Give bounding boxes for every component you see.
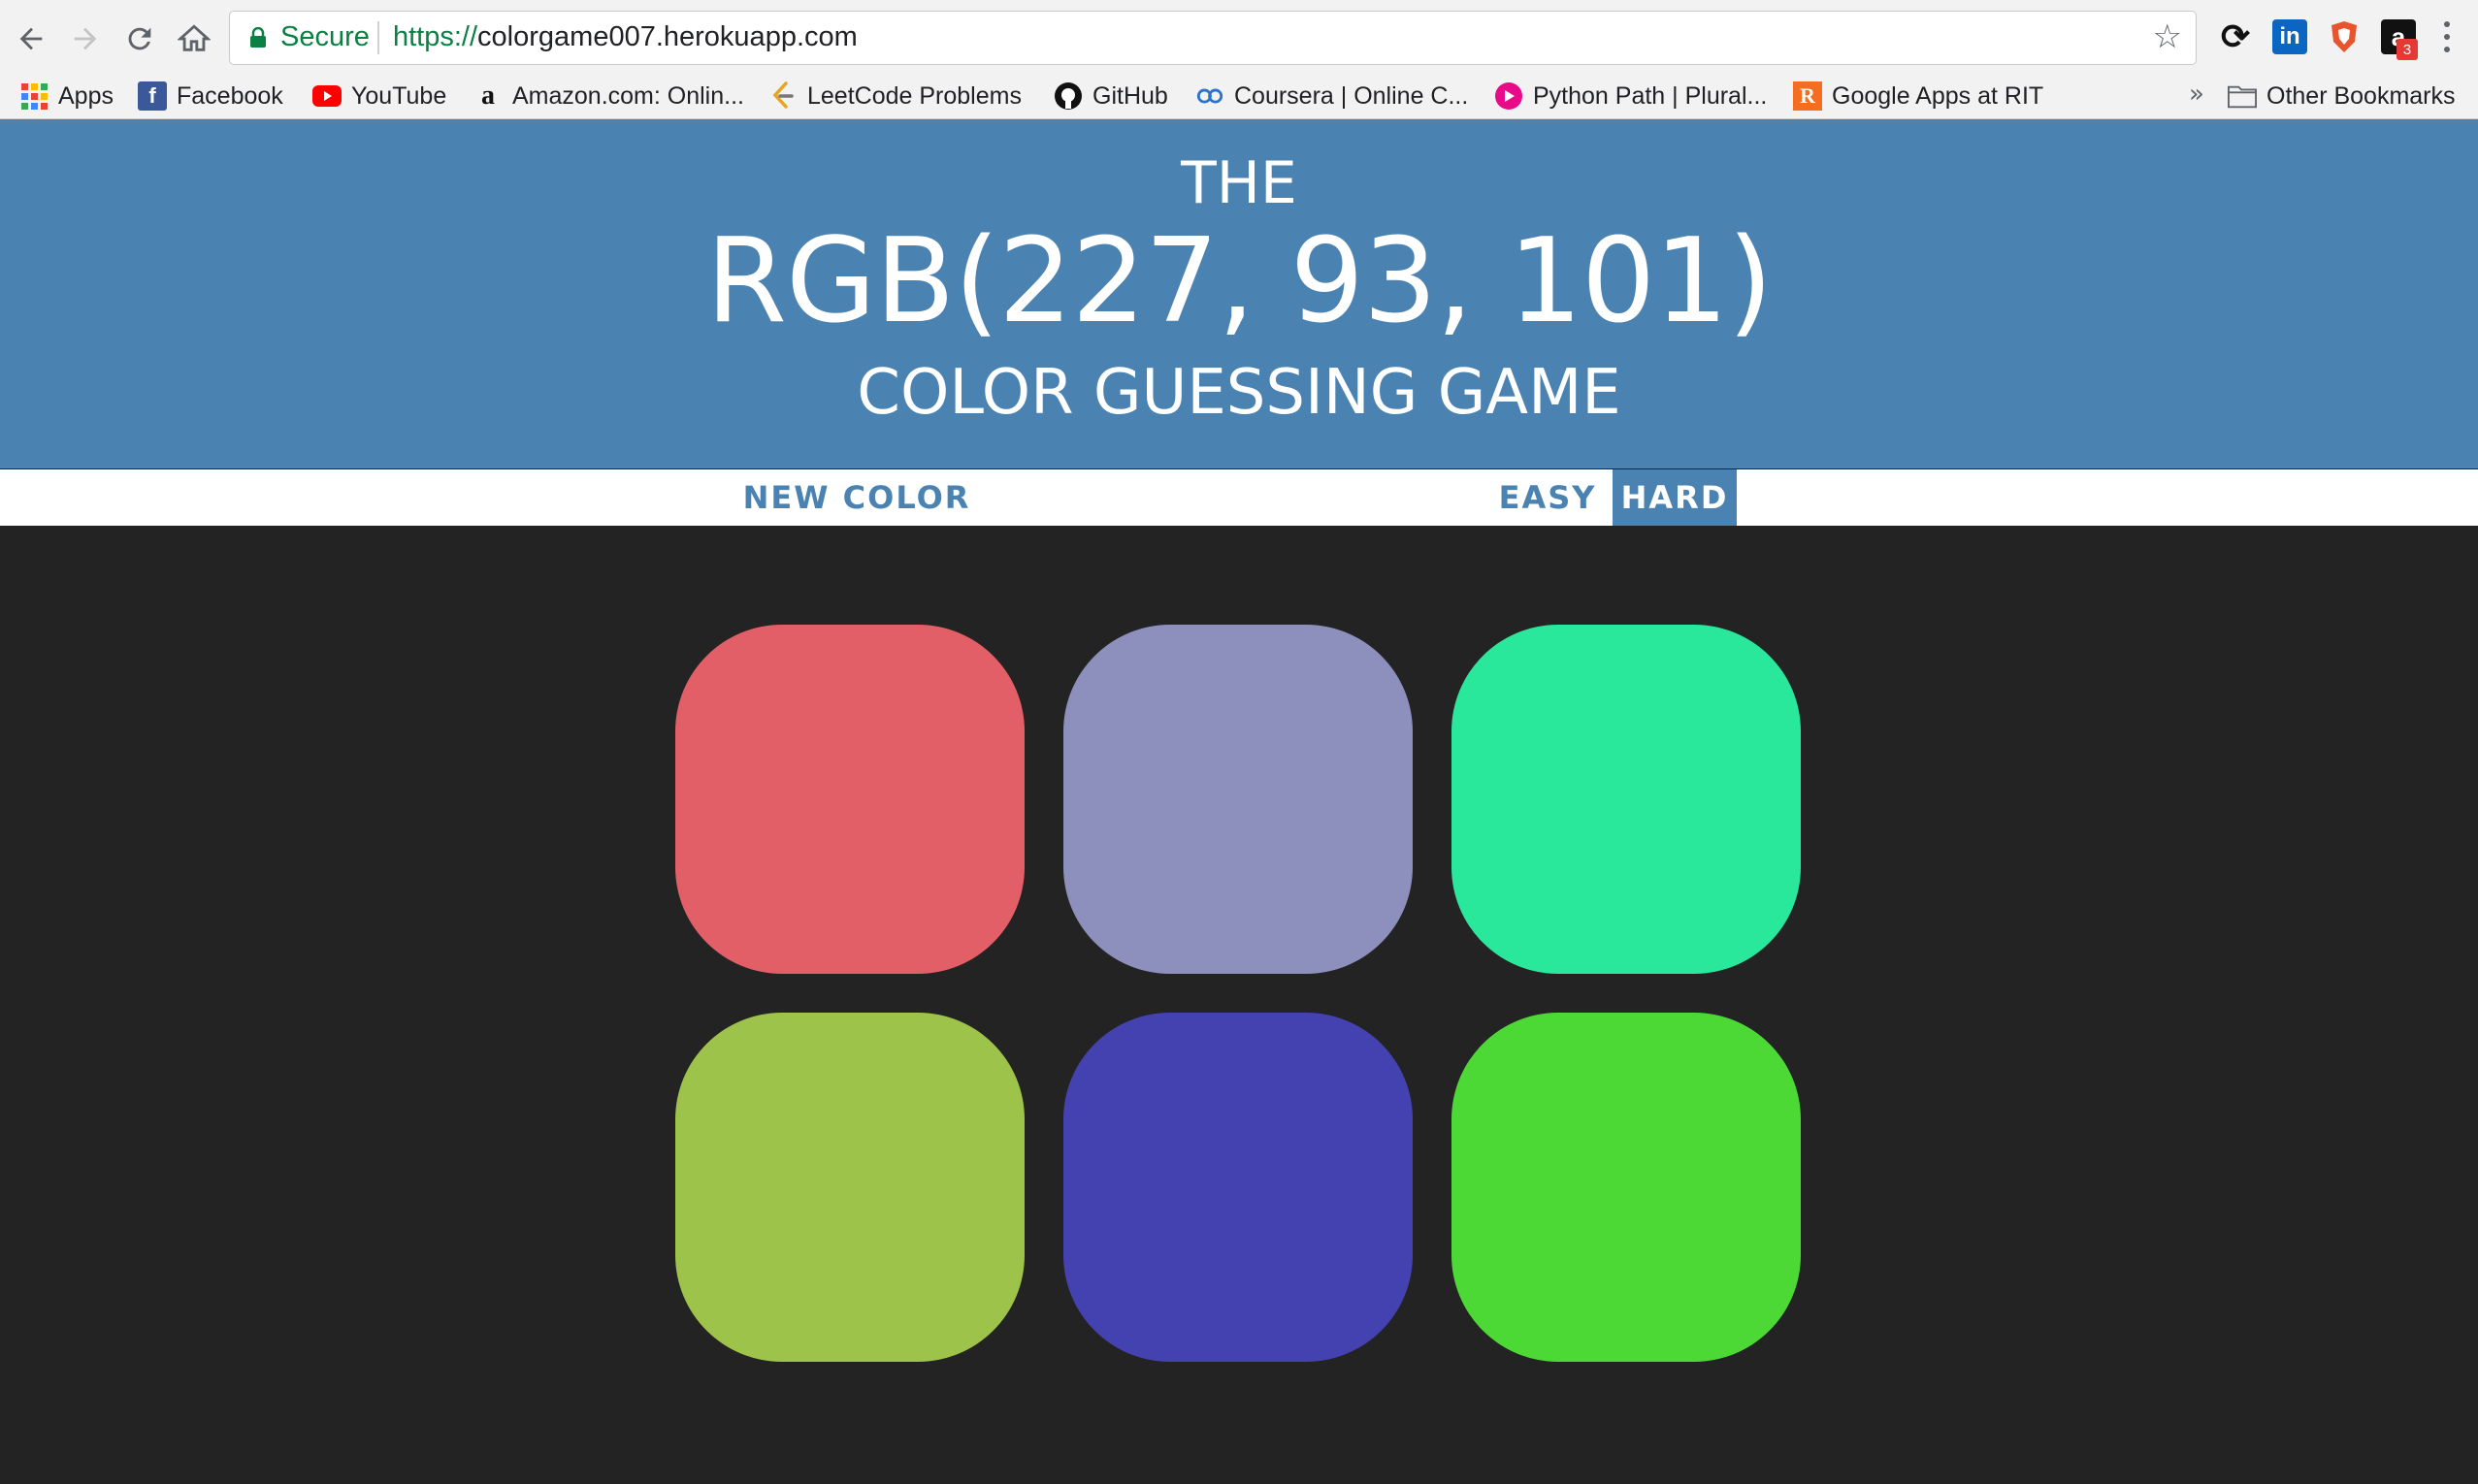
- arrow-left-icon: [19, 27, 43, 50]
- shield-icon: [2331, 21, 2357, 52]
- color-square-4[interactable]: [675, 1013, 1025, 1362]
- bookmark-label: GitHub: [1092, 81, 1168, 110]
- bookmark-rit[interactable]: R Google Apps at RIT: [1793, 78, 2043, 114]
- sync-icon-glyph: ⟳: [2220, 16, 2251, 56]
- reload-icon: [128, 27, 151, 50]
- game-header: THE RGB(227, 93, 101) COLOR GUESSING GAM…: [0, 119, 2478, 468]
- address-bar[interactable]: Secure https://colorgame007.herokuapp.co…: [229, 11, 2197, 65]
- bookmark-github[interactable]: GitHub: [1054, 78, 1168, 114]
- bookmark-label: Python Path | Plural...: [1533, 81, 1768, 110]
- bookmark-coursera[interactable]: Coursera | Online C...: [1195, 78, 1468, 114]
- color-square-5[interactable]: [1063, 1013, 1413, 1362]
- color-square-1[interactable]: [675, 625, 1025, 974]
- folder-icon: [2228, 81, 2257, 111]
- bookmark-apps[interactable]: Apps: [19, 78, 114, 114]
- linkedin-icon-glyph: in: [2279, 23, 2300, 49]
- bookmark-other-folder[interactable]: Other Bookmarks: [2228, 78, 2456, 114]
- controls-stripe: NEW COLOR EASY HARD: [0, 469, 2478, 526]
- secure-label: Secure: [280, 21, 370, 52]
- bookmark-label: Apps: [58, 81, 114, 110]
- amazon-icon: a: [481, 81, 495, 111]
- browser-toolbar: Secure https://colorgame007.herokuapp.co…: [0, 0, 2478, 76]
- bookmark-amazon[interactable]: a Amazon.com: Onlin...: [473, 78, 744, 114]
- bookmark-label: LeetCode Problems: [807, 81, 1022, 110]
- coursera-icon: [1195, 81, 1224, 111]
- bookmark-youtube[interactable]: YouTube: [312, 78, 446, 114]
- target-rgb-display: RGB(227, 93, 101): [705, 214, 1774, 349]
- leetcode-icon: [768, 81, 798, 111]
- url-scheme: https://: [393, 21, 478, 52]
- color-square-6[interactable]: [1451, 1013, 1801, 1362]
- hard-mode-button[interactable]: HARD: [1613, 469, 1737, 526]
- apps-grid-icon: [19, 81, 49, 111]
- youtube-icon: [312, 81, 342, 111]
- color-square-3[interactable]: [1451, 625, 1801, 974]
- facebook-icon: f: [138, 81, 167, 111]
- home-button[interactable]: [173, 17, 215, 60]
- browser-chrome: Secure https://colorgame007.herokuapp.co…: [0, 0, 2478, 119]
- bookmark-label: Facebook: [177, 81, 283, 110]
- url-text: https://colorgame007.herokuapp.com: [393, 21, 858, 53]
- sync-extension-icon[interactable]: ⟳: [2218, 16, 2253, 56]
- extension-badge: 3: [2396, 39, 2418, 60]
- brave-shield-icon[interactable]: [2327, 19, 2362, 54]
- arrow-right-icon: [74, 27, 97, 50]
- bookmark-pluralsight[interactable]: Python Path | Plural...: [1494, 78, 1767, 114]
- reload-button[interactable]: [118, 17, 161, 60]
- bookmark-star-icon[interactable]: ☆: [2153, 17, 2182, 56]
- header-the: THE: [1181, 149, 1297, 217]
- rit-icon: R: [1793, 81, 1822, 111]
- omnibox-divider: [377, 21, 379, 54]
- forward-button[interactable]: [64, 17, 107, 60]
- bookmark-label: Coursera | Online C...: [1234, 81, 1469, 110]
- game-area: [0, 527, 2478, 1484]
- pluralsight-icon: [1494, 81, 1523, 111]
- url-host: colorgame007.herokuapp.com: [477, 21, 858, 52]
- bookmark-facebook[interactable]: f Facebook: [138, 78, 283, 114]
- header-game-title: COLOR GUESSING GAME: [857, 357, 1621, 429]
- bookmark-label: Other Bookmarks: [2266, 81, 2456, 110]
- easy-mode-button[interactable]: EASY: [1484, 469, 1611, 526]
- new-color-button[interactable]: NEW COLOR: [737, 469, 976, 526]
- github-icon: [1054, 81, 1083, 111]
- bookmarks-bar: Apps f Facebook YouTube a Amazon.com: On…: [0, 74, 2478, 118]
- back-button[interactable]: [10, 17, 52, 60]
- bookmark-label: Google Apps at RIT: [1832, 81, 2044, 110]
- color-square-2[interactable]: [1063, 625, 1413, 974]
- bookmarks-overflow-button[interactable]: »: [2189, 80, 2204, 109]
- browser-menu-icon[interactable]: [2437, 17, 2457, 56]
- bookmark-label: Amazon.com: Onlin...: [512, 81, 744, 110]
- bookmark-label: YouTube: [351, 81, 447, 110]
- linkedin-extension-icon[interactable]: in: [2272, 19, 2307, 54]
- lock-icon: [250, 27, 266, 48]
- bookmark-leetcode[interactable]: LeetCode Problems: [768, 78, 1022, 114]
- home-icon: [178, 24, 211, 51]
